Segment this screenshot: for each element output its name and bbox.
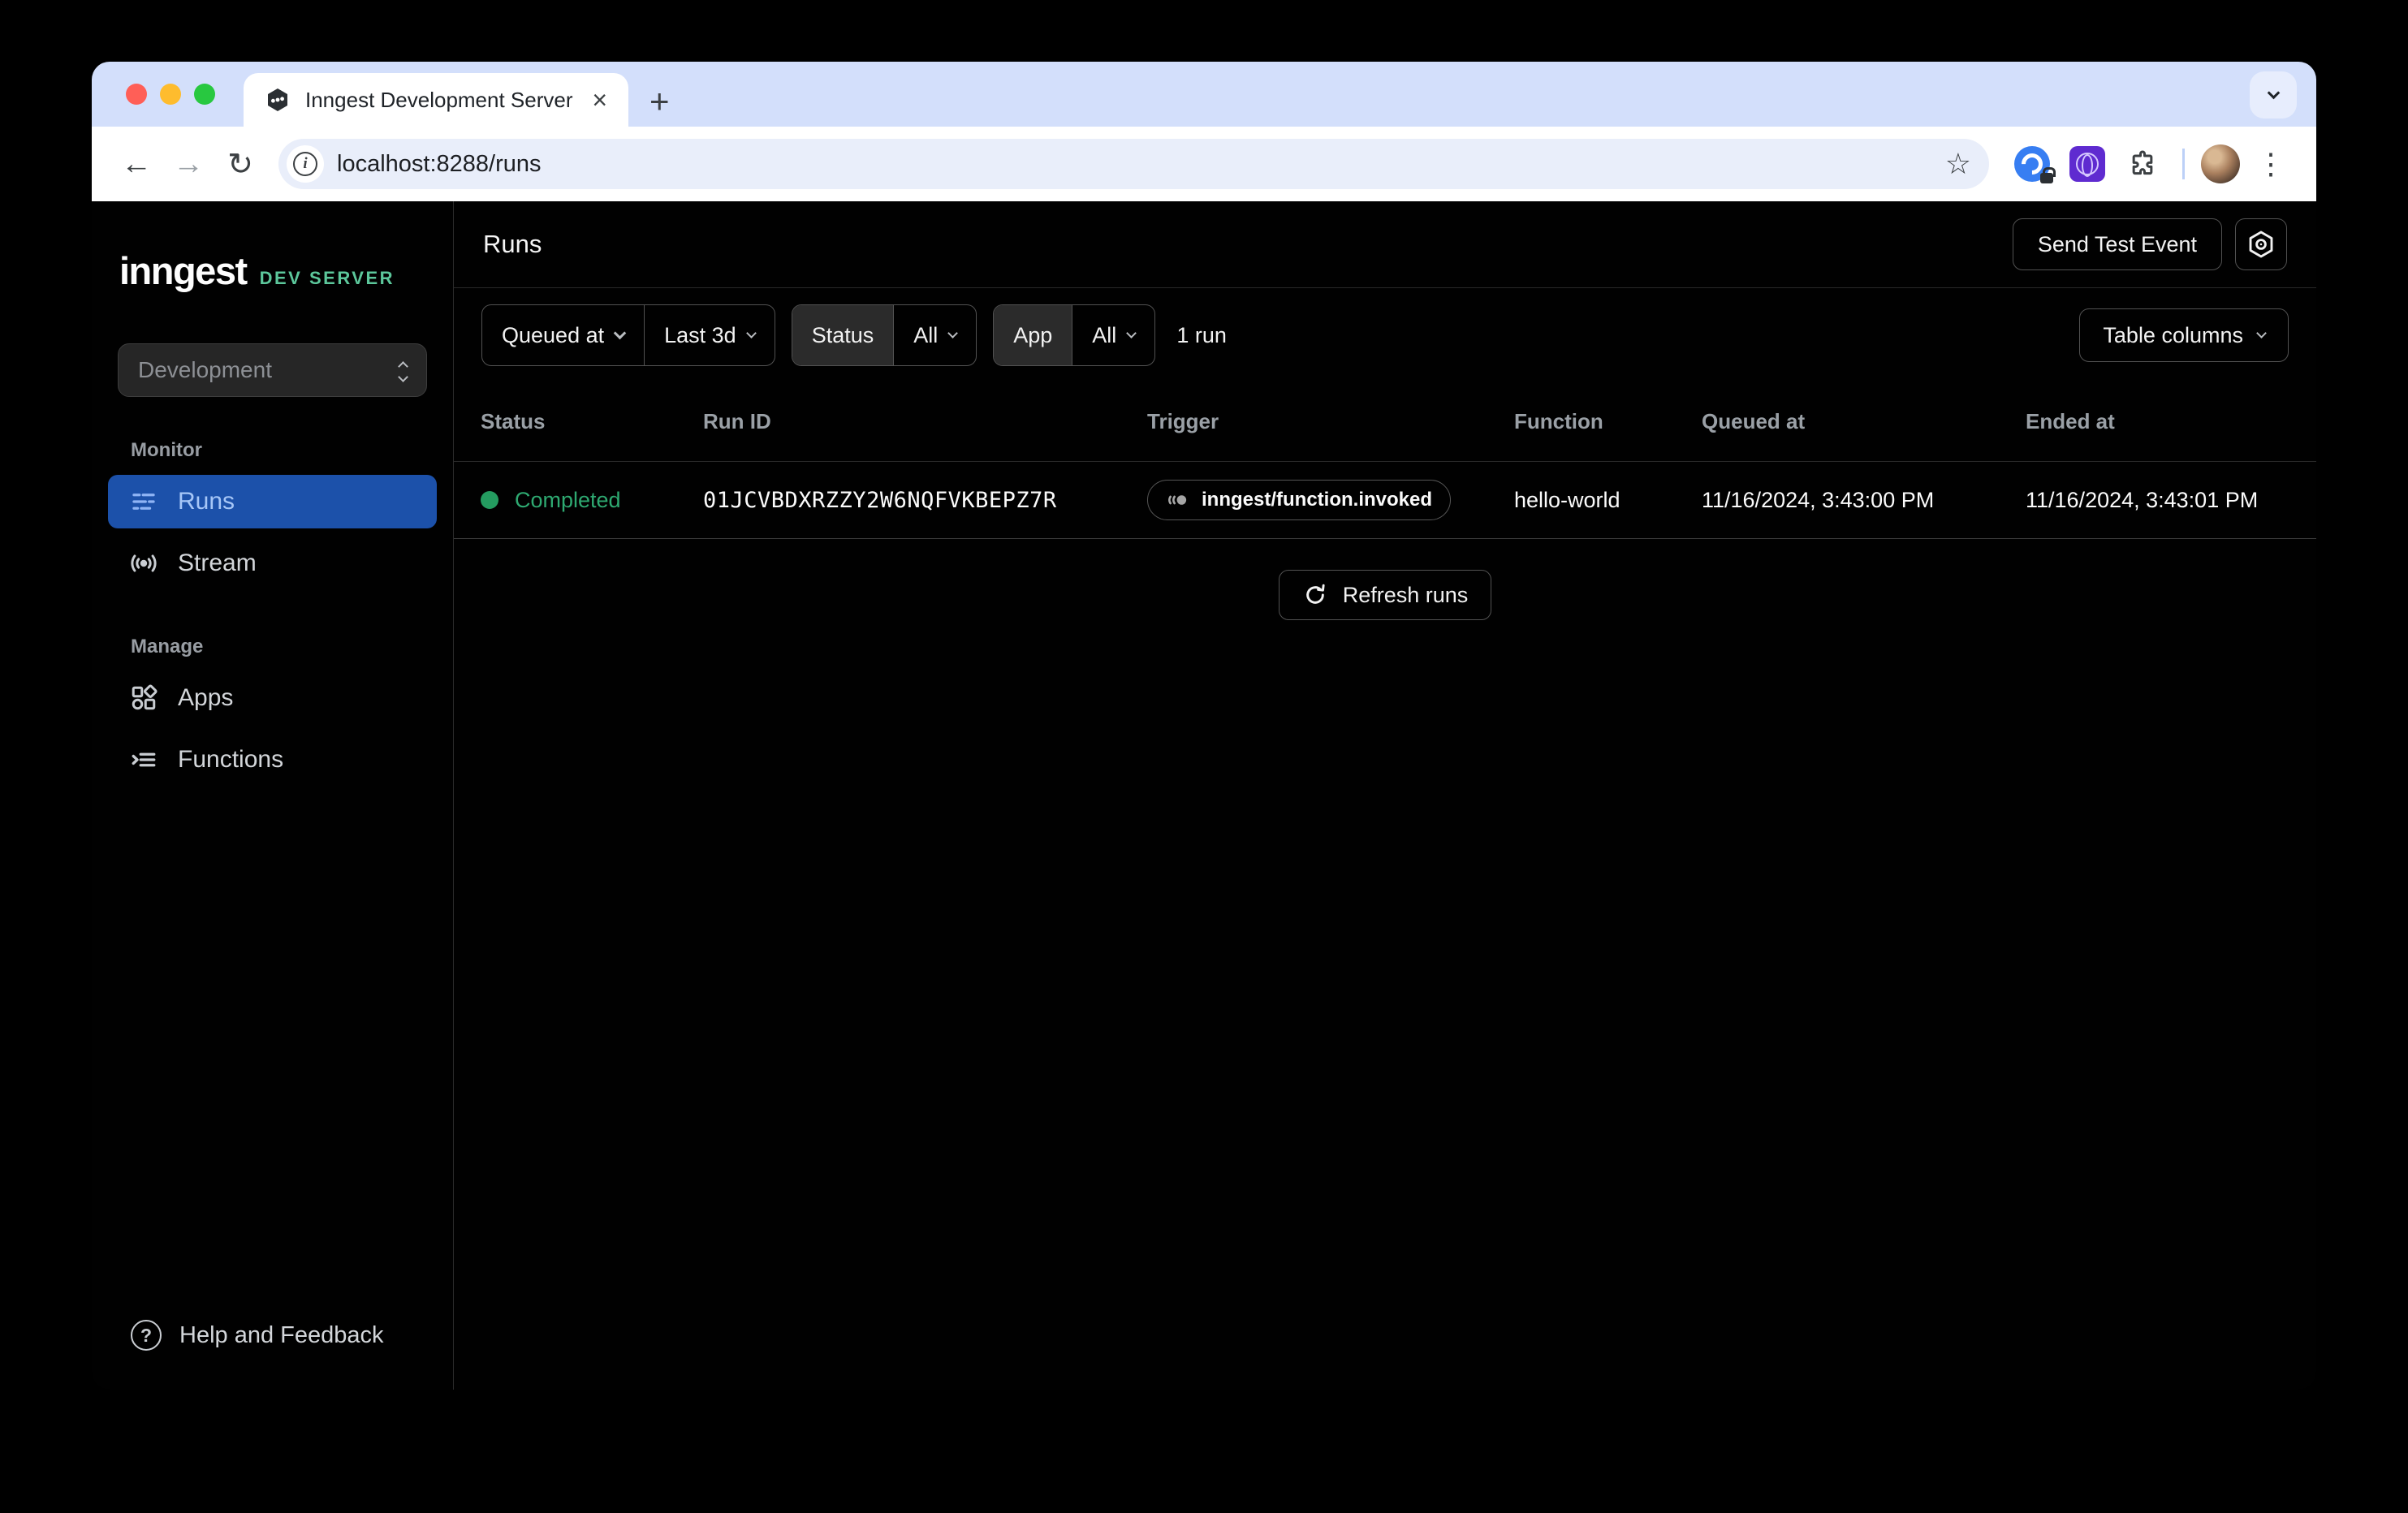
run-function: hello-world bbox=[1514, 488, 1702, 513]
chevron-down-icon bbox=[746, 328, 757, 338]
maximize-window-button[interactable] bbox=[194, 84, 215, 105]
environment-selector[interactable]: Development bbox=[118, 343, 427, 397]
url-text: localhost:8288/runs bbox=[337, 151, 1926, 178]
time-range-dropdown[interactable]: Last 3d bbox=[644, 305, 775, 365]
time-filter-group: Queued at Last 3d bbox=[481, 304, 775, 366]
refresh-runs-button[interactable]: Refresh runs bbox=[1279, 570, 1492, 620]
help-icon: ? bbox=[131, 1320, 162, 1351]
column-header-ended-at: Ended at bbox=[2026, 409, 2316, 434]
toolbar-divider bbox=[2182, 149, 2185, 179]
inngest-favicon bbox=[265, 87, 291, 113]
logo: inngest DEV SERVER bbox=[119, 248, 437, 293]
run-count: 1 run bbox=[1176, 323, 1227, 348]
column-header-trigger: Trigger bbox=[1147, 409, 1514, 434]
page-header: Runs Send Test Event bbox=[454, 201, 2316, 288]
run-trigger: inngest/function.invoked bbox=[1147, 480, 1514, 520]
environment-selector-value: Development bbox=[138, 357, 399, 383]
sidebar-item-stream[interactable]: Stream bbox=[108, 537, 437, 590]
purple-extension-icon[interactable] bbox=[2064, 140, 2111, 188]
sidebar-item-label: Apps bbox=[178, 684, 233, 712]
table-header-row: Status Run ID Trigger Function Queued at… bbox=[454, 382, 2316, 462]
gear-icon bbox=[2246, 229, 2276, 260]
table-row[interactable]: Completed 01JCVBDXRZZY2W6NQFVKBEPZ7R inn… bbox=[454, 462, 2316, 539]
browser-window: Inngest Development Server × + ← → ↻ i l… bbox=[92, 62, 2316, 1390]
refresh-container: Refresh runs bbox=[454, 570, 2316, 620]
sort-field-dropdown[interactable]: Queued at bbox=[482, 305, 644, 365]
help-and-feedback[interactable]: ? Help and Feedback bbox=[108, 1320, 437, 1390]
status-dot-icon bbox=[481, 491, 498, 509]
run-ended-at: 11/16/2024, 3:43:01 PM bbox=[2026, 488, 2316, 513]
sidebar-item-label: Runs bbox=[178, 488, 235, 515]
app-content: inngest DEV SERVER Development Monitor R… bbox=[92, 201, 2316, 1390]
chevron-down-icon bbox=[1126, 328, 1137, 338]
sidebar-section-manage: Manage bbox=[131, 636, 437, 658]
close-window-button[interactable] bbox=[126, 84, 147, 105]
sidebar-section-monitor: Monitor bbox=[131, 439, 437, 462]
browser-toolbar: ← → ↻ i localhost:8288/runs ☆ ⋮ bbox=[92, 127, 2316, 201]
run-id: 01JCVBDXRZZY2W6NQFVKBEPZ7R bbox=[703, 488, 1147, 513]
app-filter-dropdown[interactable]: All bbox=[1072, 305, 1154, 365]
reload-button[interactable]: ↻ bbox=[218, 142, 262, 186]
send-test-event-button[interactable]: Send Test Event bbox=[2013, 218, 2222, 270]
run-status: Completed bbox=[481, 488, 703, 513]
extensions-puzzle-icon[interactable] bbox=[2119, 140, 2166, 188]
tab-search-button[interactable] bbox=[2250, 71, 2297, 119]
app-filter-label: App bbox=[994, 305, 1072, 365]
browser-tab[interactable]: Inngest Development Server × bbox=[244, 73, 628, 127]
page-title: Runs bbox=[483, 230, 542, 259]
filter-bar: Queued at Last 3d Status All bbox=[454, 288, 2316, 382]
table-columns-button[interactable]: Table columns bbox=[2079, 308, 2289, 362]
apps-icon bbox=[129, 683, 158, 713]
settings-gear-button[interactable] bbox=[2235, 218, 2287, 270]
column-header-run-id: Run ID bbox=[703, 409, 1147, 434]
trigger-badge[interactable]: inngest/function.invoked bbox=[1147, 480, 1451, 520]
run-queued-at: 11/16/2024, 3:43:00 PM bbox=[1702, 488, 2026, 513]
new-tab-button[interactable]: + bbox=[649, 84, 670, 119]
sidebar-item-runs[interactable]: Runs bbox=[108, 475, 437, 528]
inngest-logo-text: inngest bbox=[119, 248, 247, 293]
sidebar-item-label: Functions bbox=[178, 746, 283, 774]
app-filter-group: App All bbox=[993, 304, 1155, 366]
site-info-icon[interactable]: i bbox=[287, 145, 324, 183]
column-header-queued-at: Queued at bbox=[1702, 409, 2026, 434]
browser-menu-icon[interactable]: ⋮ bbox=[2248, 147, 2294, 181]
dev-server-badge: DEV SERVER bbox=[260, 268, 395, 289]
browser-tabstrip: Inngest Development Server × + bbox=[92, 62, 2316, 127]
status-filter-label: Status bbox=[792, 305, 894, 365]
main-panel: Runs Send Test Event Queued at bbox=[454, 201, 2316, 1390]
functions-icon bbox=[129, 745, 158, 774]
chevron-down-icon bbox=[2267, 86, 2280, 99]
bookmark-star-icon[interactable]: ☆ bbox=[1939, 147, 1978, 181]
minimize-window-button[interactable] bbox=[160, 84, 181, 105]
event-icon bbox=[1166, 488, 1190, 512]
chevron-down-icon bbox=[947, 328, 958, 338]
stream-icon bbox=[129, 549, 158, 578]
password-manager-extension-icon[interactable] bbox=[2009, 140, 2056, 188]
chevron-down-icon bbox=[614, 326, 627, 339]
header-actions: Send Test Event bbox=[2013, 218, 2287, 270]
sidebar-item-functions[interactable]: Functions bbox=[108, 733, 437, 787]
column-header-function: Function bbox=[1514, 409, 1702, 434]
address-bar[interactable]: i localhost:8288/runs ☆ bbox=[278, 139, 1989, 189]
back-button[interactable]: ← bbox=[114, 142, 158, 186]
status-filter-group: Status All bbox=[792, 304, 977, 366]
tab-close-icon[interactable]: × bbox=[589, 87, 611, 113]
forward-button[interactable]: → bbox=[166, 142, 210, 186]
column-header-status: Status bbox=[481, 409, 703, 434]
chevron-down-icon bbox=[2256, 328, 2267, 338]
runs-icon bbox=[129, 487, 158, 516]
refresh-icon bbox=[1302, 582, 1328, 608]
profile-avatar[interactable] bbox=[2201, 144, 2240, 183]
sidebar-item-apps[interactable]: Apps bbox=[108, 671, 437, 725]
sidebar-item-label: Stream bbox=[178, 550, 257, 577]
help-label: Help and Feedback bbox=[179, 1322, 384, 1349]
runs-table: Status Run ID Trigger Function Queued at… bbox=[454, 382, 2316, 620]
chevron-updown-icon bbox=[399, 360, 407, 381]
sidebar: inngest DEV SERVER Development Monitor R… bbox=[92, 201, 454, 1390]
status-filter-dropdown[interactable]: All bbox=[893, 305, 976, 365]
tab-title: Inngest Development Server bbox=[305, 88, 574, 113]
window-controls bbox=[126, 62, 215, 127]
